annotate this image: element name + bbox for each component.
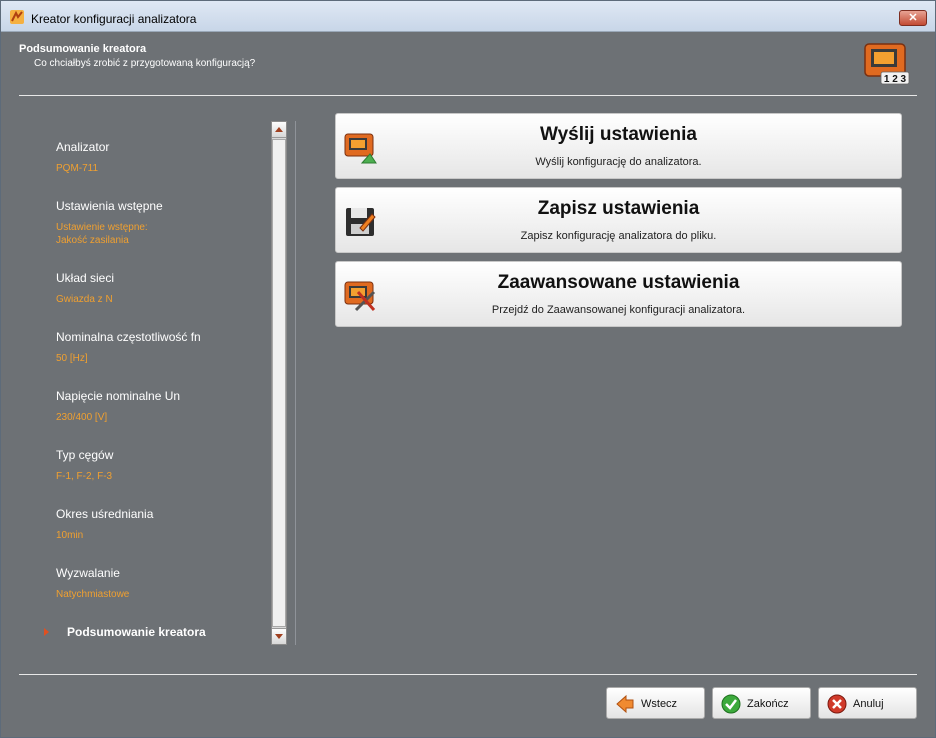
step-item: Ustawienia wstępne Ustawienie wstępne: J… — [56, 199, 276, 247]
step-item: Układ sieci Gwiazda z N — [56, 271, 276, 306]
action-description: Wyślij konfigurację do analizatora. — [535, 156, 702, 168]
action-title: Zapisz ustawienia — [537, 198, 700, 219]
wizard-window: Kreator konfiguracji analizatora ✕ Podsu… — [0, 0, 936, 738]
step-value: Natychmiastowe — [56, 589, 130, 600]
title-bar: Kreator konfiguracji analizatora ✕ — [1, 1, 935, 32]
save-settings-button[interactable]: Zapisz ustawienia Zapisz konfigurację an… — [335, 187, 902, 253]
action-description: Przejdź do Zaawansowanej konfiguracji an… — [491, 304, 746, 316]
app-icon — [10, 10, 24, 24]
step-label: Okres uśredniania — [56, 507, 154, 521]
send-settings-button[interactable]: Wyślij ustawienia Wyślij konfigurację do… — [335, 113, 902, 179]
step-value: 230/400 [V] — [56, 412, 108, 423]
checkmark-icon — [721, 694, 741, 714]
window-title: Kreator konfiguracji analizatora — [31, 12, 197, 26]
footer-divider — [19, 674, 917, 675]
advanced-settings-button[interactable]: Zaawansowane ustawienia Przejdź do Zaawa… — [335, 261, 902, 327]
finish-button-label: Zakończ — [747, 698, 789, 710]
action-description: Zapisz konfigurację analizatora do pliku… — [520, 230, 717, 242]
step-value: Ustawienie wstępne: Jakość zasilania — [56, 221, 276, 247]
header-divider — [19, 95, 917, 96]
step-value: 50 [Hz] — [56, 353, 88, 364]
cancel-button[interactable]: Anuluj — [818, 687, 917, 719]
page-subtitle: Co chciałbyś zrobić z przygotowaną konfi… — [34, 58, 256, 69]
step-value-line: Jakość zasilania — [56, 235, 129, 246]
scroll-down-arrow-icon[interactable] — [272, 628, 286, 644]
step-item: Nominalna częstotliwość fn 50 [Hz] — [56, 330, 276, 365]
current-step-label: Podsumowanie kreatora — [67, 625, 206, 639]
page-title: Podsumowanie kreatora — [19, 43, 147, 55]
step-item: Typ cęgów F-1, F-2, F-3 — [56, 448, 276, 483]
step-item: Napięcie nominalne Un 230/400 [V] — [56, 389, 276, 424]
step-value-line: Ustawienie wstępne: — [56, 222, 148, 233]
back-button[interactable]: Wstecz — [606, 687, 705, 719]
step-value: 10min — [56, 530, 84, 541]
analyzer-123-icon: 1 2 3 — [864, 43, 910, 85]
cancel-x-icon — [827, 694, 847, 714]
step-label: Nominalna częstotliwość fn — [56, 330, 201, 344]
step-value: F-1, F-2, F-3 — [56, 471, 113, 482]
steps-scrollbar[interactable] — [271, 121, 287, 645]
scroll-up-arrow-icon[interactable] — [272, 122, 286, 138]
panel-divider — [295, 121, 296, 645]
step-label: Wyzwalanie — [56, 566, 120, 580]
action-title: Wyślij ustawienia — [540, 124, 697, 145]
current-step-arrow-icon — [44, 628, 49, 636]
finish-button[interactable]: Zakończ — [712, 687, 811, 719]
wizard-steps-list: Analizator PQM-711 Ustawienia wstępne Us… — [19, 113, 269, 643]
scroll-thumb[interactable] — [272, 139, 286, 627]
wizard-header: Podsumowanie kreatora Co chciałbyś zrobi… — [1, 32, 935, 96]
step-item-current: Podsumowanie kreatora — [44, 625, 276, 639]
step-label: Napięcie nominalne Un — [56, 389, 181, 403]
action-title: Zaawansowane ustawienia — [497, 272, 740, 293]
step-item: Analizator PQM-711 — [56, 140, 276, 175]
step-value: Gwiazda z N — [56, 294, 113, 305]
step-label: Ustawienia wstępne — [56, 199, 163, 213]
step-label: Typ cęgów — [56, 448, 114, 462]
step-label: Układ sieci — [56, 271, 115, 285]
cancel-button-label: Anuluj — [853, 698, 884, 710]
back-arrow-icon — [616, 694, 634, 714]
step-label: Analizator — [56, 140, 110, 154]
step-item: Okres uśredniania 10min — [56, 507, 276, 542]
back-button-label: Wstecz — [641, 698, 678, 710]
step-item: Wyzwalanie Natychmiastowe — [56, 566, 276, 601]
close-button[interactable]: ✕ — [899, 10, 927, 26]
step-value: PQM-711 — [56, 163, 99, 174]
icon-caption: 1 2 3 — [884, 74, 907, 85]
